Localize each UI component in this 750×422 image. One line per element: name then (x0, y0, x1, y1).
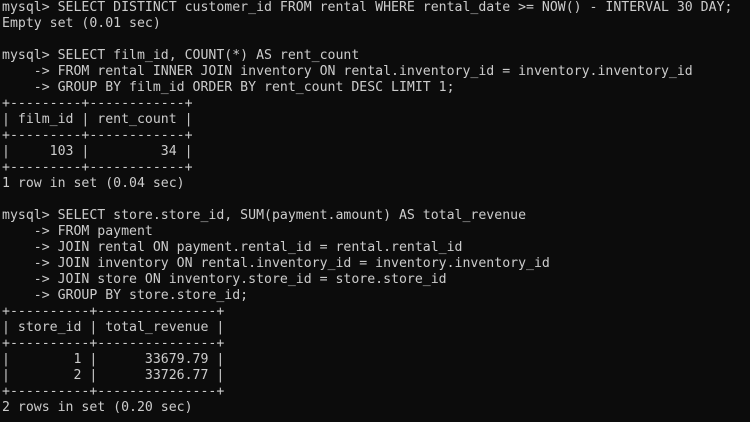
continuation-line: -> JOIN store ON inventory.store_id = st… (2, 272, 447, 287)
terminal-window[interactable]: mysql> SELECT DISTINCT customer_id FROM … (0, 0, 750, 422)
result-status-line: Empty set (0.01 sec) (2, 16, 161, 31)
continuation-line: -> GROUP BY film_id ORDER BY rent_count … (2, 80, 455, 95)
continuation-line: -> JOIN rental ON payment.rental_id = re… (2, 240, 463, 255)
table-border-line: +---------+------------+ (2, 160, 193, 175)
table-border-line: +---------+------------+ (2, 128, 193, 143)
table-border-line: +----------+---------------+ (2, 336, 225, 351)
table-header-line: | store_id | total_revenue | (2, 320, 225, 335)
continuation-line: -> FROM rental INNER JOIN inventory ON r… (2, 64, 693, 79)
table-border-line: +----------+---------------+ (2, 304, 225, 319)
table-border-line: +----------+---------------+ (2, 384, 225, 399)
result-status-line: 2 rows in set (0.20 sec) (2, 400, 193, 415)
continuation-line: -> JOIN inventory ON rental.inventory_id… (2, 256, 550, 271)
prompt-line: mysql> SELECT store.store_id, SUM(paymen… (2, 208, 527, 223)
table-header-line: | film_id | rent_count | (2, 112, 193, 127)
prompt-line: mysql> SELECT DISTINCT customer_id FROM … (2, 0, 733, 15)
result-status-line: 1 row in set (0.04 sec) (2, 176, 185, 191)
table-border-line: +---------+------------+ (2, 96, 193, 111)
prompt-line: mysql> SELECT film_id, COUNT(*) AS rent_… (2, 48, 360, 63)
table-row: | 103 | 34 | (2, 144, 193, 159)
terminal-output: mysql> SELECT DISTINCT customer_id FROM … (2, 0, 732, 416)
continuation-line: -> GROUP BY store.store_id; (2, 288, 249, 303)
table-row: | 1 | 33679.79 | (2, 352, 225, 367)
table-row: | 2 | 33726.77 | (2, 368, 225, 383)
continuation-line: -> FROM payment (2, 224, 153, 239)
